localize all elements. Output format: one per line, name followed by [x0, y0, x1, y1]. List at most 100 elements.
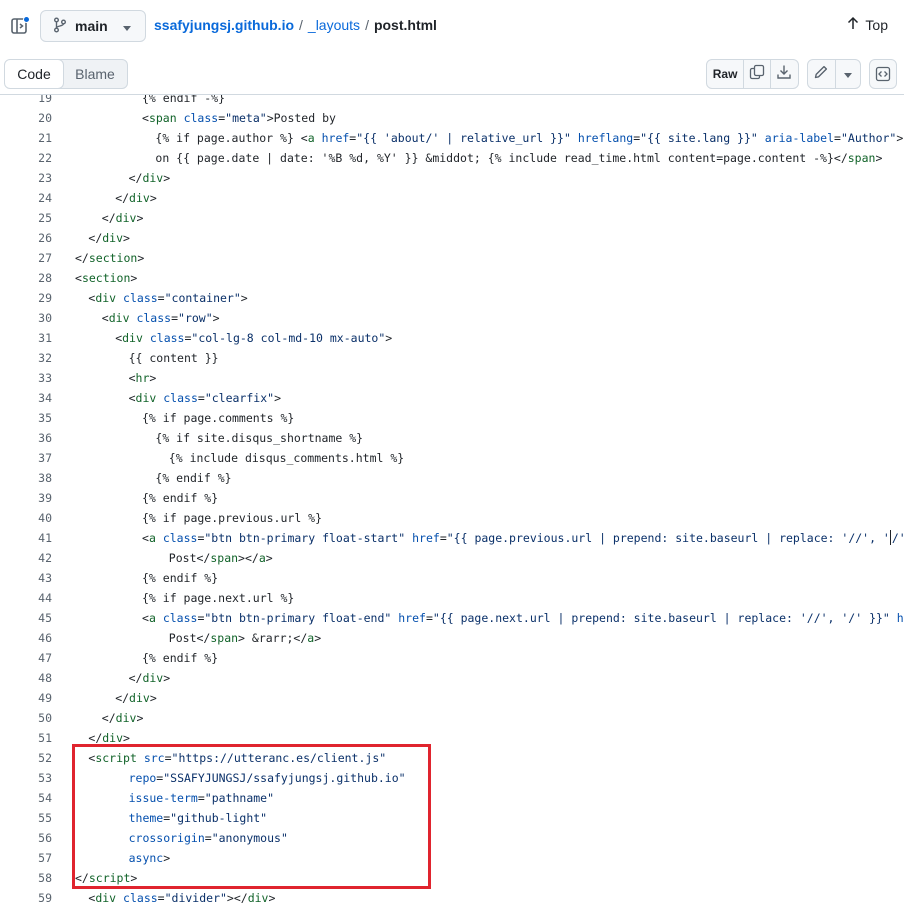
- code-line: 19 {% endif -%}: [0, 95, 904, 108]
- line-number[interactable]: 30: [0, 308, 52, 328]
- code-line: 59 <div class="divider"></div>: [0, 888, 904, 906]
- code-token: {% endif -%}: [142, 95, 226, 105]
- tab-code[interactable]: Code: [5, 60, 64, 88]
- code-token: a: [148, 611, 156, 625]
- code-token: "{{ page.previous.url | prepend: site.ba…: [446, 531, 890, 545]
- line-number[interactable]: 56: [0, 828, 52, 848]
- line-number[interactable]: 26: [0, 228, 52, 248]
- code-token: {% include disqus_comments.html %}: [168, 451, 405, 465]
- code-viewer[interactable]: 19 {% endif -%} 20 <span class="meta">Poste…: [0, 95, 904, 906]
- code-token: hrefl: [896, 611, 904, 625]
- line-number[interactable]: 39: [0, 488, 52, 508]
- code-line-text: <hr>: [129, 368, 157, 388]
- copy-icon: [749, 64, 765, 85]
- breadcrumb-folder-link[interactable]: _layouts: [308, 17, 360, 33]
- sidebar-toggle-icon[interactable]: [9, 15, 31, 37]
- line-number[interactable]: 28: [0, 268, 52, 288]
- line-number[interactable]: 29: [0, 288, 52, 308]
- copy-raw-button[interactable]: [743, 60, 769, 88]
- code-line: 42 Post</span></a>: [0, 548, 904, 568]
- code-token: >: [385, 331, 393, 345]
- code-token: >: [130, 871, 138, 885]
- code-token: >: [149, 691, 157, 705]
- line-number[interactable]: 46: [0, 628, 52, 648]
- breadcrumb-repo-link[interactable]: ssafyjungsj.github.io: [154, 17, 294, 33]
- file-header: main ssafyjungsj.github.io / _layouts / …: [0, 0, 904, 53]
- code-token: href: [321, 131, 350, 145]
- line-number[interactable]: 31: [0, 328, 52, 348]
- code-token: div: [247, 891, 269, 905]
- code-token: class: [149, 331, 185, 345]
- line-number[interactable]: 35: [0, 408, 52, 428]
- edit-more-options-button[interactable]: [834, 60, 860, 88]
- code-line: 51 </div>: [0, 728, 904, 748]
- raw-button[interactable]: Raw: [707, 60, 743, 88]
- download-raw-button[interactable]: [769, 60, 798, 88]
- line-number[interactable]: 51: [0, 728, 52, 748]
- line-number[interactable]: 49: [0, 688, 52, 708]
- tab-blame[interactable]: Blame: [63, 60, 127, 88]
- line-number[interactable]: 38: [0, 468, 52, 488]
- code-token: theme: [128, 811, 164, 825]
- code-token: "{{ 'about/' | relative_url }}": [356, 131, 571, 145]
- line-number[interactable]: 41: [0, 528, 52, 548]
- code-line: 52 <script src="https://utteranc.es/clien…: [0, 748, 904, 768]
- line-number[interactable]: 36: [0, 428, 52, 448]
- line-number[interactable]: 34: [0, 388, 52, 408]
- code-token: class: [183, 111, 219, 125]
- line-number[interactable]: 33: [0, 368, 52, 388]
- line-number[interactable]: 37: [0, 448, 52, 468]
- line-number[interactable]: 44: [0, 588, 52, 608]
- line-number[interactable]: 42: [0, 548, 52, 568]
- code-line-text: theme="github-light": [129, 808, 268, 828]
- branch-selector-button[interactable]: main: [40, 10, 146, 42]
- code-line: 38 {% endif %}: [0, 468, 904, 488]
- code-square-icon: [870, 60, 896, 88]
- code-token: =: [439, 531, 447, 545]
- code-line-text: Post</span></a>: [169, 548, 273, 568]
- line-number[interactable]: 54: [0, 788, 52, 808]
- breadcrumb-separator: /: [365, 17, 369, 33]
- line-number[interactable]: 32: [0, 348, 52, 368]
- top-button[interactable]: Top: [847, 16, 888, 33]
- line-number[interactable]: 21: [0, 128, 52, 148]
- line-number[interactable]: 48: [0, 668, 52, 688]
- line-number[interactable]: 25: [0, 208, 52, 228]
- line-number[interactable]: 59: [0, 888, 52, 906]
- code-token: src: [143, 751, 165, 765]
- code-token: span: [148, 111, 177, 125]
- code-token: "Author": [840, 131, 897, 145]
- line-number[interactable]: 45: [0, 608, 52, 628]
- code-token: span: [210, 631, 239, 645]
- line-number[interactable]: 50: [0, 708, 52, 728]
- edit-file-button[interactable]: [808, 60, 835, 88]
- line-number[interactable]: 19: [0, 95, 52, 108]
- line-number[interactable]: 43: [0, 568, 52, 588]
- line-number[interactable]: 52: [0, 748, 52, 768]
- line-number[interactable]: 24: [0, 188, 52, 208]
- line-number[interactable]: 27: [0, 248, 52, 268]
- code-token: =: [171, 311, 179, 325]
- code-line-text: <script src="https://utteranc.es/client.…: [88, 748, 386, 768]
- line-number[interactable]: 22: [0, 148, 52, 168]
- file-toolbar: Code Blame Raw: [0, 53, 904, 95]
- line-number[interactable]: 23: [0, 168, 52, 188]
- code-token: <: [128, 391, 136, 405]
- line-number[interactable]: 55: [0, 808, 52, 828]
- symbols-button[interactable]: [869, 59, 897, 89]
- code-token: {% if page.author %} <: [155, 131, 308, 145]
- code-line-text: </div>: [88, 228, 130, 248]
- code-line-text: </div>: [129, 168, 171, 188]
- line-number[interactable]: 57: [0, 848, 52, 868]
- code-token: "col-lg-8 col-md-10 mx-auto": [191, 331, 386, 345]
- code-token: "btn btn-primary float-end": [204, 611, 392, 625]
- code-token: href: [398, 611, 426, 625]
- code-token: <: [142, 611, 149, 625]
- line-number[interactable]: 58: [0, 868, 52, 888]
- code-token: {{ content }}: [128, 351, 219, 365]
- line-number[interactable]: 20: [0, 108, 52, 128]
- line-number[interactable]: 47: [0, 648, 52, 668]
- code-line: 25 </div>: [0, 208, 904, 228]
- line-number[interactable]: 53: [0, 768, 52, 788]
- line-number[interactable]: 40: [0, 508, 52, 528]
